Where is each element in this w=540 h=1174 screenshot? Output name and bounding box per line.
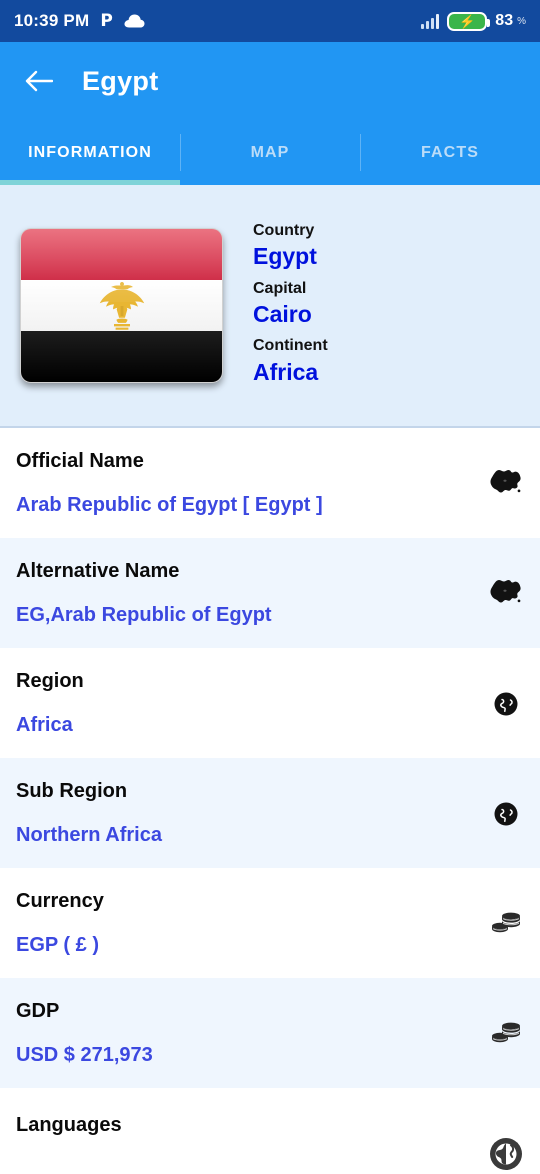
country-label: Country xyxy=(253,221,315,239)
country-summary-card: Country Egypt Capital Cairo Continent Af… xyxy=(0,185,540,428)
alternative-name-value: EG,Arab Republic of Egypt xyxy=(16,604,272,626)
list-item[interactable]: Languages xyxy=(0,1088,540,1170)
list-item[interactable]: Official Name Arab Republic of Egypt [ E… xyxy=(0,428,540,538)
status-time: 10:39 PM xyxy=(14,11,90,30)
region-value: Africa xyxy=(16,714,73,736)
flag-stripe-black xyxy=(21,331,222,382)
information-list: Official Name Arab Republic of Egypt [ E… xyxy=(0,428,540,1170)
capital-label: Capital xyxy=(253,279,307,297)
sub-region-label: Sub Region xyxy=(16,780,128,802)
coins-icon xyxy=(486,1013,526,1053)
currency-label: Currency xyxy=(16,890,104,912)
alternative-name-label: Alternative Name xyxy=(16,560,180,582)
tab-facts[interactable]: FACTS xyxy=(360,120,540,185)
list-item[interactable]: Currency EGP ( £ ) xyxy=(0,868,540,978)
list-item[interactable]: GDP USD $ 271,973 xyxy=(0,978,540,1088)
battery-charging-icon: ⚡ xyxy=(447,11,491,31)
list-item[interactable]: Region Africa xyxy=(0,648,540,758)
tab-bar: INFORMATION MAP FACTS xyxy=(0,120,540,185)
bolt-glyph: ⚡ xyxy=(459,13,476,29)
flag-stripe-white xyxy=(21,280,222,331)
country-summary-fields: Country Egypt Capital Cairo Continent Af… xyxy=(253,219,328,393)
coins-icon xyxy=(486,903,526,943)
list-item[interactable]: Sub Region Northern Africa xyxy=(0,758,540,868)
region-label: Region xyxy=(16,670,84,692)
continent-label: Continent xyxy=(253,337,328,355)
status-bar-right: ⚡ 83 % xyxy=(421,11,526,31)
pinterest-icon: P xyxy=(100,10,113,31)
map-shape-icon xyxy=(486,463,526,503)
status-bar-left: 10:39 PM P xyxy=(14,11,421,31)
cloud-icon xyxy=(124,14,145,28)
country-value: Egypt xyxy=(253,242,317,269)
globe-icon xyxy=(486,793,526,833)
currency-value: EGP ( £ ) xyxy=(16,934,99,956)
battery-percent: 83 xyxy=(495,12,514,29)
percent-symbol: % xyxy=(517,15,526,27)
official-name-label: Official Name xyxy=(16,450,144,472)
app-bar: Egypt xyxy=(0,42,540,120)
official-name-value: Arab Republic of Egypt [ Egypt ] xyxy=(16,494,323,516)
signal-icon xyxy=(421,13,440,29)
continent-value: Africa xyxy=(253,358,319,385)
flag-stripe-red xyxy=(21,229,222,280)
tab-active-indicator xyxy=(0,180,180,185)
eagle-of-saladin-icon xyxy=(99,281,144,330)
sub-region-value: Northern Africa xyxy=(16,824,162,846)
list-item[interactable]: Alternative Name EG,Arab Republic of Egy… xyxy=(0,538,540,648)
tab-map[interactable]: MAP xyxy=(180,120,360,185)
country-flag-icon xyxy=(20,228,223,383)
page-title: Egypt xyxy=(82,65,159,96)
capital-value: Cairo xyxy=(253,300,312,327)
languages-label: Languages xyxy=(16,1114,122,1136)
gdp-label: GDP xyxy=(16,1000,60,1022)
gdp-value: USD $ 271,973 xyxy=(16,1044,153,1066)
status-bar: 10:39 PM P ⚡ 83 % xyxy=(0,0,540,42)
back-arrow-icon[interactable] xyxy=(22,64,56,98)
globe-icon xyxy=(486,683,526,723)
map-shape-icon xyxy=(486,573,526,613)
tab-information[interactable]: INFORMATION xyxy=(0,120,180,185)
globe-circle-icon xyxy=(486,1134,526,1174)
